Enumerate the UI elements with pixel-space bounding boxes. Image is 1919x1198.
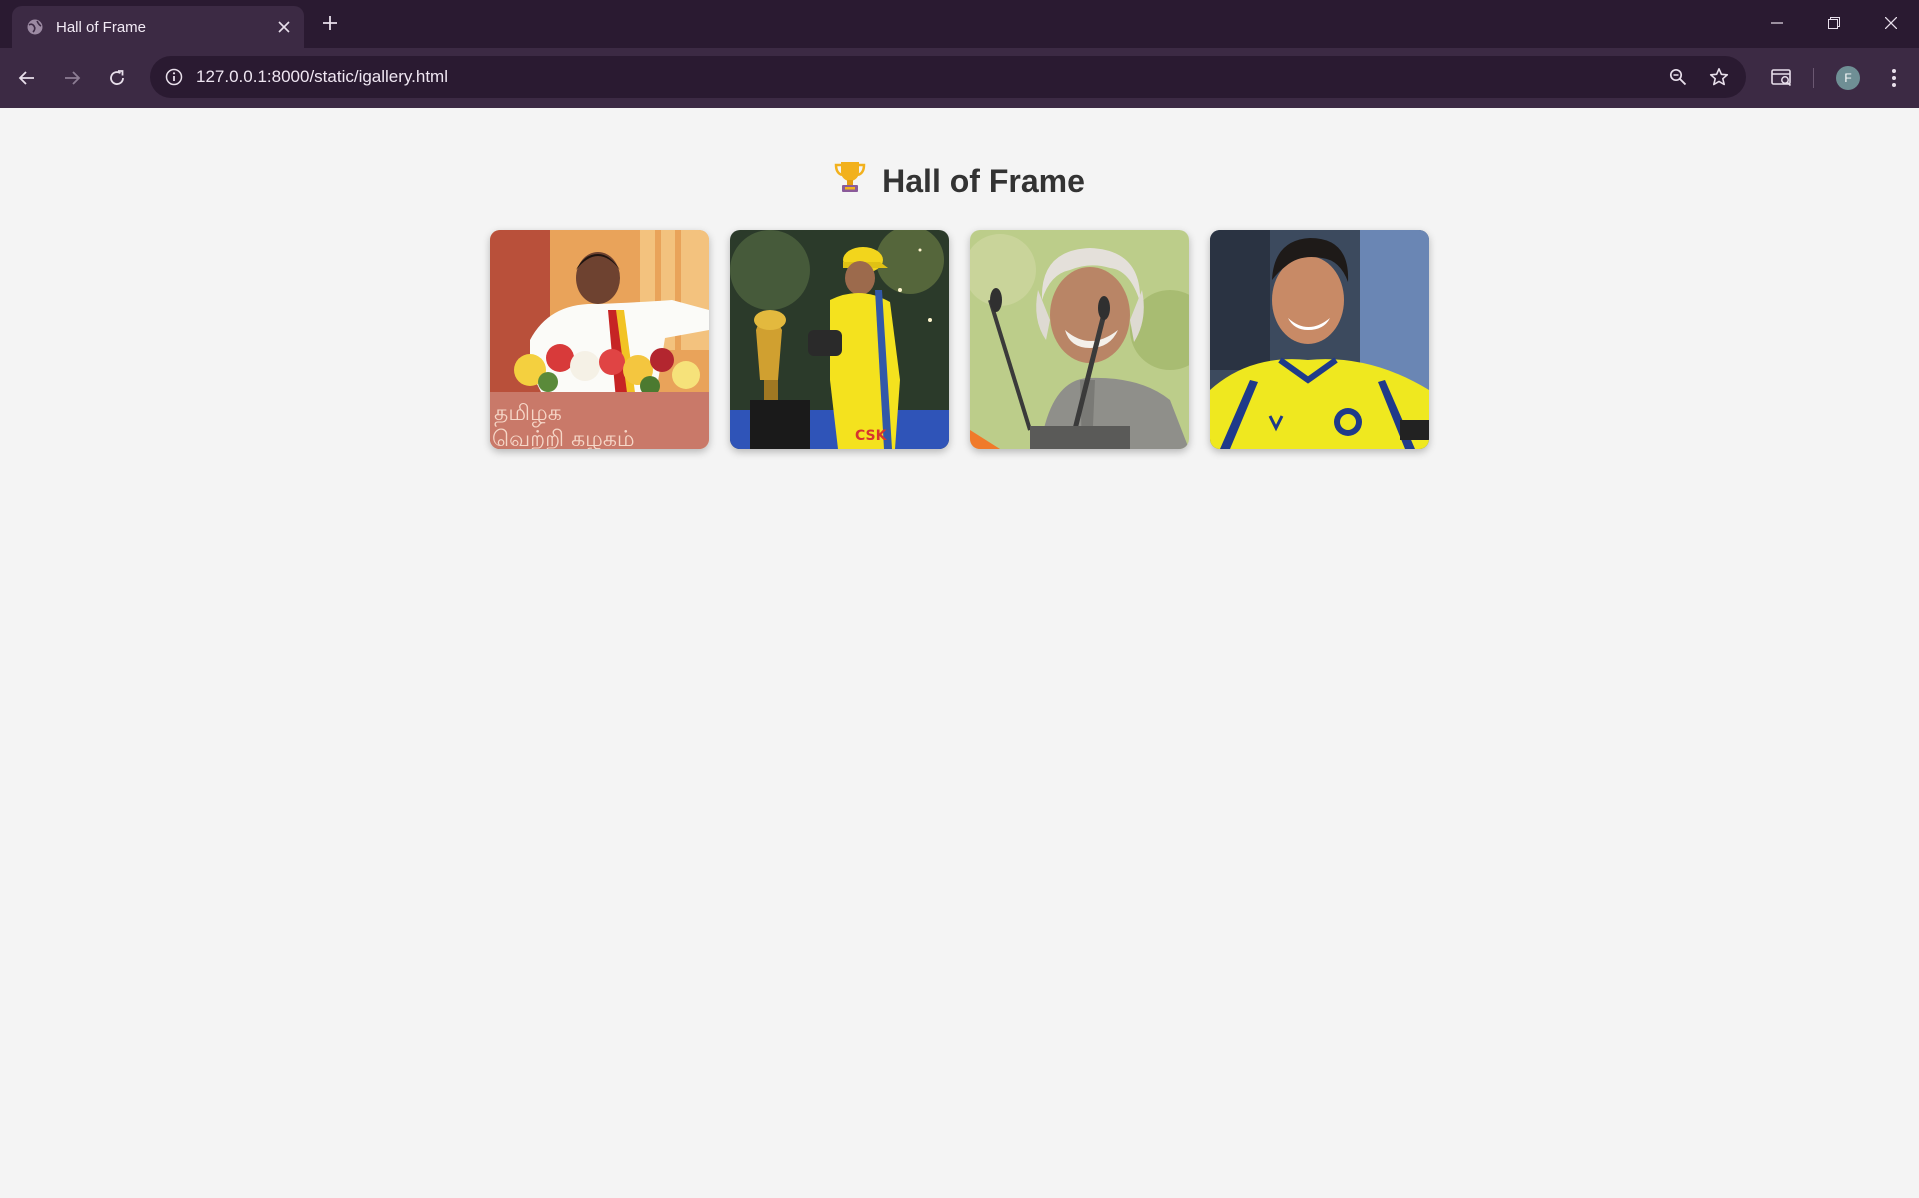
svg-text:தமிழக: தமிழக — [494, 401, 562, 427]
site-info-icon[interactable] — [162, 65, 186, 89]
back-icon[interactable] — [11, 62, 43, 94]
browser-tabstrip: Hall of Frame — [0, 0, 1919, 48]
globe-icon — [26, 18, 44, 36]
browser-toolbar: 127.0.0.1:8000/static/igallery.html — [0, 48, 1919, 108]
svg-text:CSK: CSK — [855, 428, 888, 444]
tab-close-icon[interactable] — [272, 15, 296, 39]
new-tab-icon[interactable] — [318, 11, 342, 35]
svg-text:வெற்றி கழகம்: வெற்றி கழகம் — [492, 427, 635, 449]
reload-icon[interactable] — [101, 62, 133, 94]
minimize-icon[interactable] — [1757, 8, 1797, 38]
gallery-image-4[interactable] — [1210, 230, 1429, 449]
close-window-icon[interactable] — [1871, 8, 1911, 38]
tab-search-icon[interactable] — [1766, 62, 1798, 94]
tab-title: Hall of Frame — [56, 18, 147, 36]
restore-icon[interactable] — [1814, 8, 1854, 38]
profile-avatar[interactable]: F — [1836, 66, 1860, 90]
zoom-icon[interactable] — [1666, 65, 1690, 89]
speaker-podium-photo: தமிழக வெற்றி கழகம் — [490, 230, 709, 449]
menu-kebab-icon[interactable] — [1878, 62, 1910, 94]
page-content: Hall of Frame தமிழக வெற்றி கழகம் CSK — [0, 108, 1919, 1198]
image-gallery: தமிழக வெற்றி கழகம் CSK — [490, 230, 1429, 449]
bookmark-star-icon[interactable] — [1707, 65, 1731, 89]
gallery-image-1[interactable]: தமிழக வெற்றி கழகம் — [490, 230, 709, 449]
page-title-row: Hall of Frame — [0, 160, 1919, 202]
browser-tab[interactable]: Hall of Frame — [12, 6, 304, 48]
page-title: Hall of Frame — [882, 162, 1085, 199]
gallery-image-3[interactable] — [970, 230, 1189, 449]
cricketer-trophy-photo: CSK — [730, 230, 949, 449]
forward-icon[interactable] — [56, 62, 88, 94]
elder-speaker-photo — [970, 230, 1189, 449]
address-bar[interactable]: 127.0.0.1:8000/static/igallery.html — [150, 56, 1746, 98]
gallery-image-2[interactable]: CSK — [730, 230, 949, 449]
footballer-photo — [1210, 230, 1429, 449]
toolbar-separator — [1813, 68, 1814, 88]
trophy-icon — [834, 160, 866, 202]
url-text[interactable]: 127.0.0.1:8000/static/igallery.html — [196, 67, 448, 87]
